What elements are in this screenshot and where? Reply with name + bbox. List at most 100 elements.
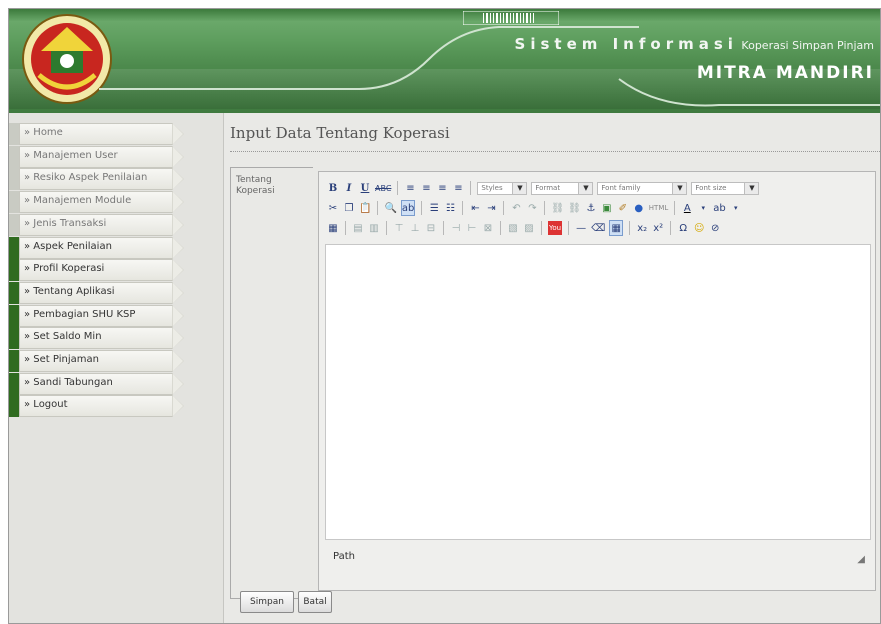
font-size-dropdown[interactable]: Font size ▼ [691, 181, 760, 195]
toolbar-separator [386, 221, 387, 235]
image-icon[interactable]: ▣ [601, 201, 613, 215]
cut-icon[interactable]: ✂ [327, 201, 339, 215]
system-title: Sistem Informasi Koperasi Simpan Pinjam [515, 35, 874, 53]
rich-text-editor: B I U ABC ≡ ≡ ≡ ≡ Styles ▼ Format ▼ Font… [318, 171, 876, 591]
copy-icon[interactable]: ❐ [343, 201, 355, 215]
toolbar-row-1: B I U ABC ≡ ≡ ≡ ≡ Styles ▼ Format ▼ Font… [327, 178, 760, 198]
sidebar-item[interactable]: » Tentang Aplikasi [9, 281, 187, 304]
emoticon-icon[interactable]: ☺ [693, 221, 705, 235]
replace-icon[interactable]: ab [400, 200, 416, 216]
cell-props-icon[interactable]: ▥ [368, 221, 380, 235]
styles-dropdown[interactable]: Styles ▼ [477, 181, 528, 195]
toolbar-separator [377, 201, 379, 215]
sidebar-item[interactable]: » Pembagian SHU KSP [9, 304, 187, 327]
toolbar-separator [421, 201, 423, 215]
toolbar-separator [674, 201, 676, 215]
row-props-icon[interactable]: ▤ [352, 221, 364, 235]
chevron-down-icon[interactable]: ▾ [730, 201, 742, 215]
main-content: Input Data Tentang Koperasi Tentang Kope… [224, 113, 880, 623]
sidebar-item-accent [9, 191, 19, 214]
sidebar-item[interactable]: » Set Pinjaman [9, 350, 187, 372]
special-char-icon[interactable]: Ω [677, 221, 689, 235]
sidebar-item-label: » Tentang Aplikasi [24, 285, 115, 297]
insert-col-after-icon[interactable]: ⊢ [466, 221, 478, 235]
html-source-icon[interactable]: HTML [649, 201, 668, 215]
toolbar-separator [462, 201, 464, 215]
link-icon[interactable]: ⛓ [551, 201, 564, 215]
toolbar-row-3: ▦ ▤ ▥ ⊤ ⊥ ⊟ ⊣ ⊢ ⊠ ▧ ▨ You — ⌫ ▦ x₂ x² Ω … [327, 218, 721, 238]
sidebar-item[interactable]: » Manajemen User [9, 145, 187, 168]
sidebar-item-label: » Resiko Aspek Penilaian [24, 172, 148, 184]
subscript-icon[interactable]: x₂ [636, 221, 648, 235]
sidebar-item-arrow-fill [173, 351, 183, 371]
sidebar-item[interactable]: » Resiko Aspek Penilaian [9, 168, 187, 191]
delete-row-icon[interactable]: ⊟ [425, 221, 437, 235]
sidebar-item-accent [9, 281, 19, 304]
editor-statusbar: Path ◢ [325, 544, 871, 570]
insert-col-before-icon[interactable]: ⊣ [450, 221, 462, 235]
bold-button[interactable]: B [327, 181, 339, 195]
visual-aid-icon[interactable]: ▦ [609, 220, 624, 236]
bullet-list-icon[interactable]: ☰ [428, 201, 440, 215]
align-justify-icon[interactable]: ≡ [452, 181, 464, 195]
highlight-color-icon[interactable]: ab [713, 201, 725, 215]
insert-row-after-icon[interactable]: ⊥ [409, 221, 421, 235]
numbered-list-icon[interactable]: ☷ [444, 201, 456, 215]
media-icon[interactable]: ⊘ [709, 221, 721, 235]
delete-col-icon[interactable]: ⊠ [482, 221, 494, 235]
app-frame: Sistem Informasi Koperasi Simpan Pinjam … [8, 8, 881, 624]
italic-button[interactable]: I [343, 181, 355, 195]
align-center-icon[interactable]: ≡ [420, 181, 432, 195]
paste-icon[interactable]: 📋 [359, 201, 371, 215]
sidebar-item-accent [9, 350, 19, 372]
sidebar-item-arrow-fill [173, 192, 183, 213]
align-right-icon[interactable]: ≡ [436, 181, 448, 195]
horizontal-rule-icon[interactable]: — [575, 221, 587, 235]
align-left-icon[interactable]: ≡ [404, 181, 416, 195]
sidebar-item-label: » Sandi Tabungan [24, 376, 113, 388]
sidebar-item-arrow-fill [173, 237, 183, 258]
insert-row-before-icon[interactable]: ⊤ [393, 221, 405, 235]
sidebar-item[interactable]: » Logout [9, 395, 187, 418]
find-icon[interactable]: 🔍 [384, 201, 396, 215]
help-icon[interactable]: ● [633, 201, 645, 215]
toolbar-separator [568, 221, 570, 235]
save-button[interactable]: Simpan [240, 591, 294, 613]
sidebar-item[interactable]: » Aspek Penilaian [9, 236, 187, 259]
split-cells-icon[interactable]: ▧ [507, 221, 519, 235]
font-family-dropdown[interactable]: Font family ▼ [597, 181, 688, 195]
cancel-button[interactable]: Batal [298, 591, 332, 613]
sidebar-item[interactable]: » Jenis Transaksi [9, 213, 187, 236]
toolbar-separator [541, 221, 542, 235]
merge-cells-icon[interactable]: ▨ [523, 221, 535, 235]
superscript-icon[interactable]: x² [652, 221, 664, 235]
sidebar-item-accent [9, 168, 19, 191]
sidebar-item[interactable]: » Sandi Tabungan [9, 372, 187, 395]
editor-toolbar: B I U ABC ≡ ≡ ≡ ≡ Styles ▼ Format ▼ Font… [319, 172, 875, 244]
toolbar-separator [397, 181, 399, 195]
sidebar-item[interactable]: » Manajemen Module [9, 191, 187, 214]
font-family-dropdown-label: Font family [601, 184, 641, 192]
indent-icon[interactable]: ⇥ [485, 201, 497, 215]
youtube-icon[interactable]: You [548, 221, 563, 235]
redo-icon[interactable]: ↷ [526, 201, 538, 215]
anchor-icon[interactable]: ⚓ [585, 201, 597, 215]
sidebar-item[interactable]: » Home [9, 123, 187, 145]
editor-text-area[interactable] [325, 244, 871, 540]
chevron-down-icon[interactable]: ▾ [697, 201, 709, 215]
strikethrough-button[interactable]: ABC [375, 181, 391, 195]
underline-button[interactable]: U [359, 181, 371, 195]
sidebar-item[interactable]: » Set Saldo Min [9, 327, 187, 350]
format-dropdown[interactable]: Format ▼ [531, 181, 594, 195]
cleanup-icon[interactable]: ✐ [617, 201, 629, 215]
sidebar-item-arrow-fill [173, 373, 183, 394]
outdent-icon[interactable]: ⇤ [469, 201, 481, 215]
sidebar-item[interactable]: » Profil Koperasi [9, 259, 187, 282]
undo-icon[interactable]: ↶ [510, 201, 522, 215]
table-icon[interactable]: ▦ [327, 221, 339, 235]
text-color-icon[interactable]: A [681, 201, 693, 215]
remove-format-icon[interactable]: ⌫ [591, 221, 605, 235]
resize-grip-icon[interactable]: ◢ [857, 554, 865, 565]
unlink-icon[interactable]: ⛓ [568, 201, 581, 215]
sidebar-item-arrow-fill [173, 328, 183, 349]
